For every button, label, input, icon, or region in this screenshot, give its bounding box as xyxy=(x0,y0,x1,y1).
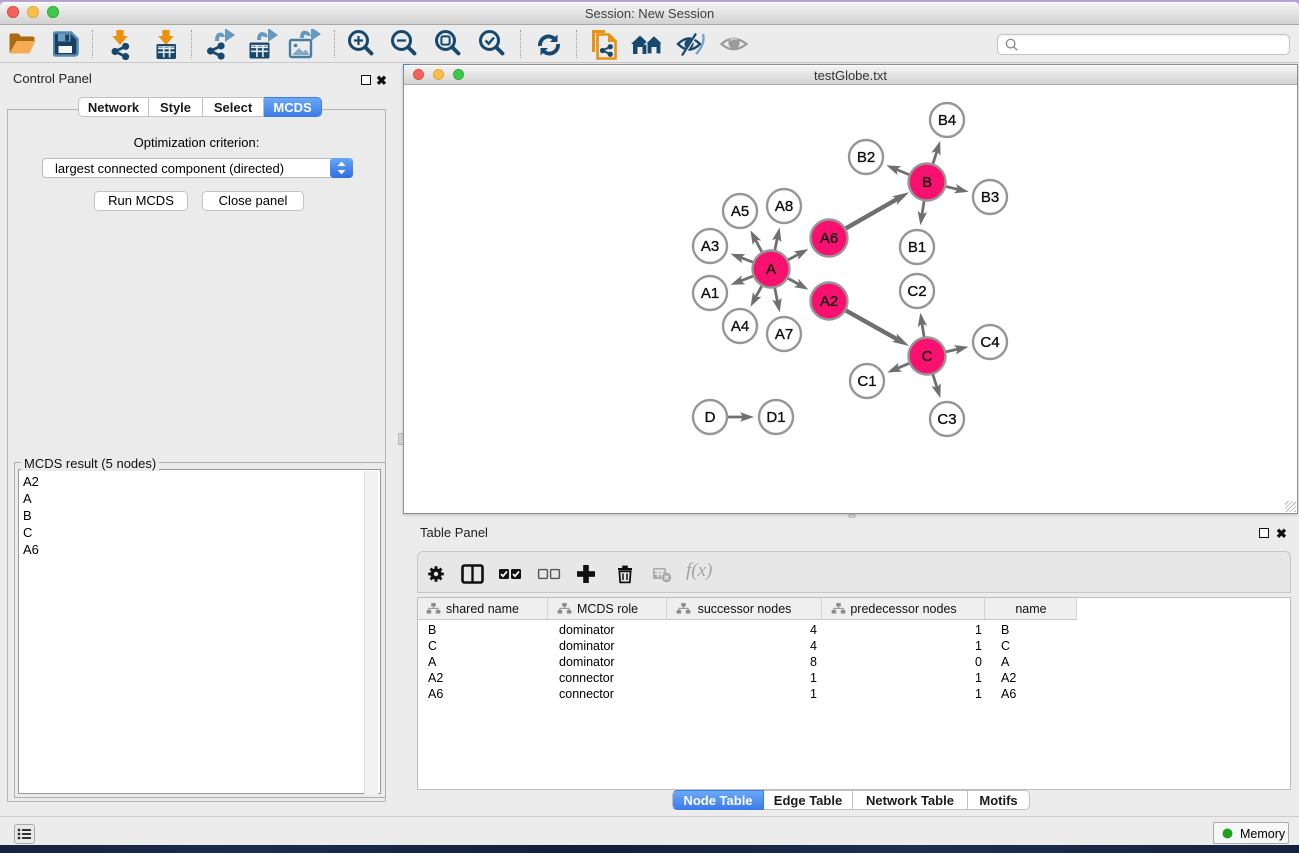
svg-text:C4: C4 xyxy=(980,334,999,351)
svg-text:B4: B4 xyxy=(938,112,956,129)
svg-text:D1: D1 xyxy=(766,409,785,426)
svg-text:A1: A1 xyxy=(701,285,719,302)
svg-text:C2: C2 xyxy=(907,283,926,300)
svg-text:A8: A8 xyxy=(775,198,793,215)
svg-text:C1: C1 xyxy=(857,373,876,390)
svg-text:A2: A2 xyxy=(820,293,838,310)
svg-text:A3: A3 xyxy=(701,238,719,255)
svg-text:B1: B1 xyxy=(908,239,926,256)
svg-text:C: C xyxy=(922,348,933,365)
svg-text:B2: B2 xyxy=(857,149,875,166)
svg-text:D: D xyxy=(705,409,716,426)
svg-text:B3: B3 xyxy=(981,189,999,206)
svg-text:A4: A4 xyxy=(731,318,749,335)
svg-text:B: B xyxy=(922,174,932,191)
svg-text:A: A xyxy=(766,261,776,278)
svg-text:C3: C3 xyxy=(937,411,956,428)
svg-text:A6: A6 xyxy=(820,230,838,247)
svg-text:A7: A7 xyxy=(775,326,793,343)
svg-text:A5: A5 xyxy=(731,203,749,220)
